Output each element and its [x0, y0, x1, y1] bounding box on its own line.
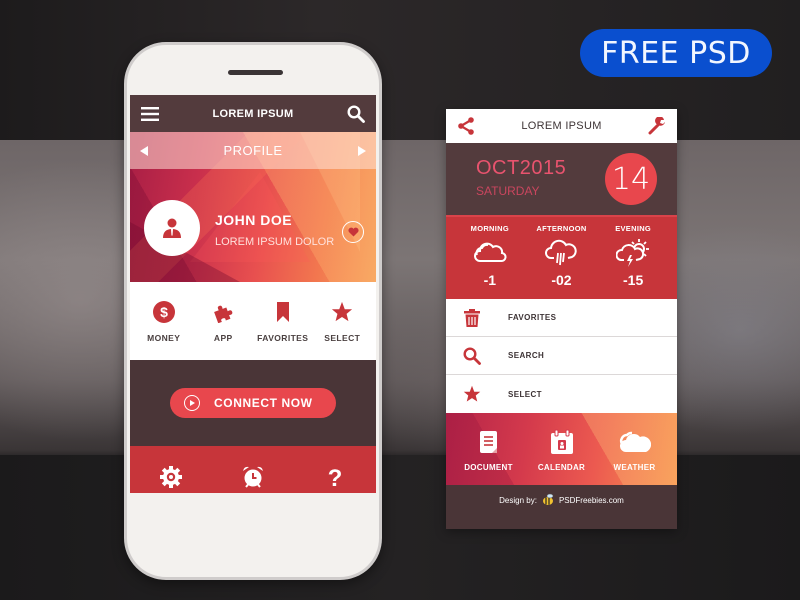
- document-icon: [479, 430, 497, 453]
- weather-evening: EVENING -15: [615, 224, 652, 288]
- quick-action-app[interactable]: APP: [194, 299, 252, 343]
- quick-action-favorites[interactable]: FAVORITES: [254, 299, 312, 343]
- quick-action-money[interactable]: $ MONEY: [135, 299, 193, 343]
- hamburger-menu-icon[interactable]: [140, 104, 160, 124]
- star-icon: [463, 385, 481, 402]
- user-icon: [163, 218, 181, 238]
- app-weather[interactable]: WEATHER: [600, 427, 670, 472]
- user-name: JOHN DOE: [215, 212, 293, 228]
- profile-bar: PROFILE: [130, 132, 376, 169]
- alarm-clock-icon: [243, 466, 263, 488]
- wrench-icon[interactable]: [647, 116, 667, 136]
- svg-text:?: ?: [328, 465, 343, 489]
- puzzle-icon: [214, 305, 233, 323]
- star-icon: [332, 301, 353, 322]
- day-number: 14: [605, 153, 657, 205]
- nav-info[interactable]: ? INFO: [300, 464, 370, 493]
- quick-action-select[interactable]: SELECT: [313, 299, 371, 343]
- profile-label: PROFILE: [223, 143, 283, 158]
- menu-item-select[interactable]: SELECT: [446, 375, 677, 413]
- rain-cloud-icon: [545, 239, 578, 266]
- storm-sun-icon: [616, 239, 650, 267]
- card-apps: DOCUMENT CALENDAR WEATHER: [446, 413, 677, 485]
- cloud-icon: [473, 242, 507, 262]
- app-calendar[interactable]: CALENDAR: [527, 427, 597, 472]
- connect-area: CONNECT NOW: [130, 360, 376, 446]
- svg-text:$: $: [160, 304, 168, 320]
- card-footer: [446, 515, 677, 529]
- profile-hero: PROFILE JOHN DOE LOREM IPSUM DOLOR: [130, 132, 376, 282]
- favorite-button[interactable]: [342, 221, 364, 243]
- gear-icon: [160, 466, 182, 488]
- phone-mockup: LOREM IPSUM PROFILE JOHN DOE LOREM IPSUM…: [124, 42, 382, 580]
- weather-morning: MORNING -1: [470, 224, 509, 288]
- date-block: OCT2015 SATURDAY 14: [446, 143, 677, 215]
- bottom-nav: OPTIONS ALARM ? INFO: [130, 446, 376, 493]
- card-header-title: LOREM IPSUM: [521, 120, 602, 132]
- nav-alarm[interactable]: ALARM: [218, 464, 288, 493]
- bee-icon: [542, 493, 554, 505]
- heart-icon: [347, 227, 359, 237]
- search-icon: [463, 346, 481, 365]
- weather-afternoon: AFTERNOON -02: [536, 224, 587, 288]
- weather-forecast: MORNING -1 AFTERNOON -02 EVENING -15: [446, 215, 677, 299]
- dollar-icon: $: [152, 301, 175, 323]
- cloud-icon: [619, 431, 651, 452]
- credit-site[interactable]: PSDFreebies.com: [559, 496, 624, 505]
- user-subtitle: LOREM IPSUM DOLOR: [215, 236, 335, 248]
- menu-item-search[interactable]: SEARCH: [446, 337, 677, 375]
- bookmark-icon: [276, 302, 289, 322]
- nav-options[interactable]: OPTIONS: [136, 464, 206, 493]
- month-year: OCT2015: [476, 157, 567, 179]
- avatar[interactable]: [144, 200, 200, 256]
- search-icon[interactable]: [346, 104, 366, 124]
- app-document[interactable]: DOCUMENT: [454, 427, 524, 472]
- calendar-icon: [550, 429, 573, 454]
- card-header: LOREM IPSUM: [446, 109, 677, 143]
- play-icon: [184, 395, 200, 411]
- design-credit: Design by: PSDFreebies.com: [446, 485, 677, 515]
- weekday: SATURDAY: [476, 184, 540, 198]
- triangle-right-icon[interactable]: [358, 145, 366, 156]
- calendar-card: LOREM IPSUM OCT2015 SATURDAY 14 MORNING …: [446, 109, 677, 529]
- free-psd-badge: FREE PSD: [580, 29, 772, 77]
- connect-now-button[interactable]: CONNECT NOW: [170, 388, 336, 418]
- card-menu: FAVORITES SEARCH SELECT: [446, 299, 677, 413]
- menu-item-favorites[interactable]: FAVORITES: [446, 299, 677, 337]
- quick-actions: $ MONEY APP FAVORITES SELECT: [130, 282, 376, 360]
- background-bottom: [0, 455, 800, 600]
- credit-prefix: Design by:: [499, 495, 537, 505]
- phone-header: LOREM IPSUM: [130, 95, 376, 132]
- connect-now-label: CONNECT NOW: [214, 396, 313, 410]
- share-icon[interactable]: [456, 116, 476, 136]
- phone-header-title: LOREM IPSUM: [212, 107, 294, 120]
- phone-speaker: [228, 70, 283, 75]
- trash-icon: [464, 308, 480, 327]
- question-icon: ?: [328, 465, 343, 489]
- triangle-left-icon[interactable]: [140, 145, 148, 156]
- phone-screen: LOREM IPSUM PROFILE JOHN DOE LOREM IPSUM…: [130, 95, 376, 493]
